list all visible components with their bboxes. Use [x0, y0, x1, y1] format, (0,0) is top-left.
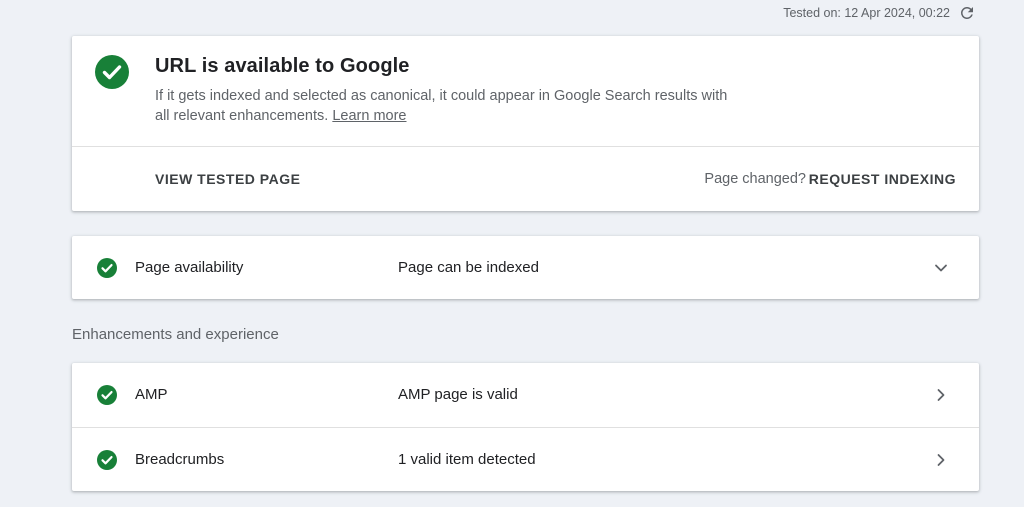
- summary-title: URL is available to Google: [155, 55, 410, 77]
- check-circle-icon: [97, 258, 117, 278]
- page-availability-row[interactable]: Page availability Page can be indexed: [72, 236, 979, 299]
- learn-more-link[interactable]: Learn more: [332, 108, 406, 124]
- tested-on-text: Tested on: 12 Apr 2024, 00:22: [783, 6, 950, 20]
- enhancement-row-breadcrumbs[interactable]: Breadcrumbs 1 valid item detected: [72, 427, 979, 491]
- summary-description: If it gets indexed and selected as canon…: [155, 86, 735, 126]
- enhancement-status: AMP page is valid: [398, 386, 518, 403]
- enhancements-heading: Enhancements and experience: [72, 326, 279, 343]
- enhancement-label: Breadcrumbs: [135, 451, 225, 468]
- check-circle-icon: [97, 385, 117, 405]
- chevron-right-icon[interactable]: [931, 385, 951, 405]
- summary-actions: VIEW TESTED PAGE Page changed? REQUEST I…: [72, 147, 979, 211]
- page-availability-status: Page can be indexed: [398, 259, 539, 276]
- url-inspection-page: Tested on: 12 Apr 2024, 00:22 URL is ava…: [0, 0, 1024, 507]
- view-tested-page-button[interactable]: VIEW TESTED PAGE: [155, 171, 300, 187]
- enhancements-card: AMP AMP page is valid Breadcrumbs 1 vali…: [72, 363, 979, 491]
- page-availability-label: Page availability: [135, 259, 244, 276]
- check-circle-icon: [97, 450, 117, 470]
- refresh-icon[interactable]: [958, 4, 976, 22]
- availability-summary-card: URL is available to Google If it gets in…: [72, 36, 979, 211]
- enhancement-label: AMP: [135, 386, 168, 403]
- summary-description-text: If it gets indexed and selected as canon…: [155, 88, 728, 124]
- summary-header: URL is available to Google If it gets in…: [72, 36, 979, 147]
- request-indexing-button[interactable]: REQUEST INDEXING: [809, 171, 956, 187]
- enhancement-status: 1 valid item detected: [398, 451, 536, 468]
- tested-on-bar: Tested on: 12 Apr 2024, 00:22: [783, 4, 976, 22]
- chevron-right-icon[interactable]: [931, 450, 951, 470]
- page-changed-label: Page changed?: [704, 171, 806, 187]
- enhancement-row-amp[interactable]: AMP AMP page is valid: [72, 363, 979, 427]
- chevron-down-icon[interactable]: [931, 258, 951, 278]
- check-circle-icon: [95, 55, 129, 89]
- page-availability-card: Page availability Page can be indexed: [72, 236, 979, 299]
